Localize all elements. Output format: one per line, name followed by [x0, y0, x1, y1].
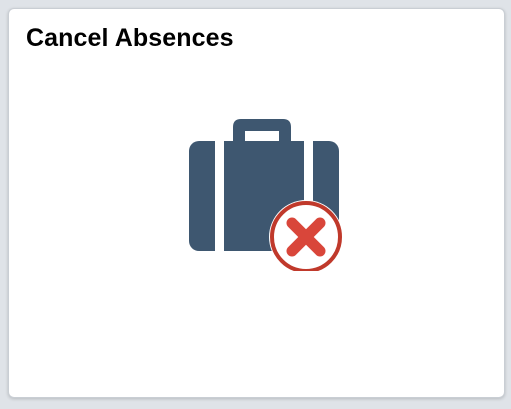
cancel-badge-icon	[269, 200, 343, 271]
briefcase-cancel-icon	[179, 109, 349, 271]
tile-title: Cancel Absences	[26, 24, 234, 52]
cancel-absences-tile[interactable]: Cancel Absences	[8, 8, 505, 398]
